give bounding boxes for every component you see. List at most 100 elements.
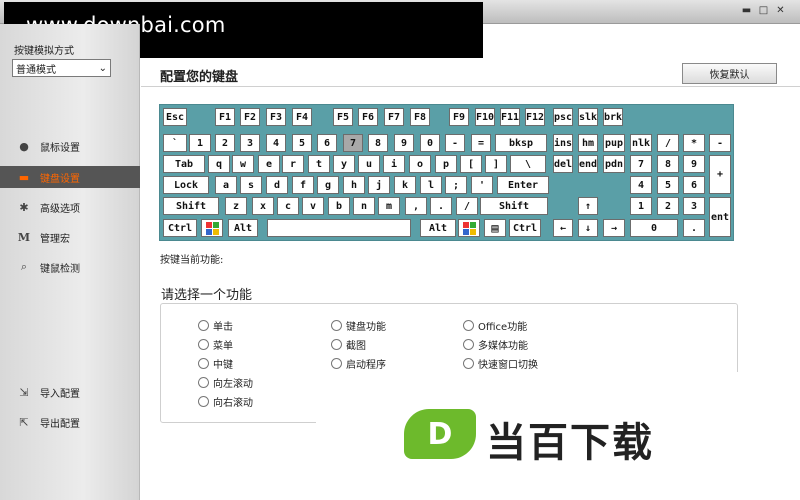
key-sym11-caps[interactable]: ' xyxy=(471,176,493,194)
restore-default-button[interactable]: 恢复默认 xyxy=(682,63,777,84)
key-ent-shift[interactable]: ent xyxy=(709,197,731,237)
key-tab-tab[interactable]: Tab xyxy=(163,155,205,173)
radio-button[interactable] xyxy=(198,339,209,350)
key-sym8-shift[interactable]: , xyxy=(405,197,427,215)
close-icon[interactable]: ✕ xyxy=(774,5,787,17)
key-sym10-shift[interactable]: / xyxy=(456,197,478,215)
radio-button[interactable] xyxy=(198,377,209,388)
sidebar-item-mouse[interactable]: ● 鼠标设置 xyxy=(0,135,140,157)
key-alt-ctrl[interactable]: Alt xyxy=(420,219,456,237)
key-a-caps[interactable]: a xyxy=(215,176,237,194)
key-brk-fn[interactable]: brk xyxy=(603,108,623,126)
sidebar-item-export[interactable]: ⇱ 导出配置 xyxy=(0,411,140,433)
key-ctrl-ctrl[interactable]: Ctrl xyxy=(509,219,541,237)
key-sym20-tab[interactable]: + xyxy=(709,155,731,194)
key-p-tab[interactable]: p xyxy=(435,155,457,173)
key-7-num[interactable]: 7 xyxy=(343,134,363,152)
radio-button[interactable] xyxy=(331,320,342,331)
mode-select[interactable]: 普通模式 ⌄ xyxy=(12,59,111,77)
key-f8-fn[interactable]: F8 xyxy=(410,108,430,126)
key-bksp-num[interactable]: bksp xyxy=(495,134,547,152)
key-esc-fn[interactable]: Esc xyxy=(163,108,187,126)
windows-key[interactable] xyxy=(458,219,480,237)
key-z-shift[interactable]: z xyxy=(225,197,247,215)
key-0-num[interactable]: 0 xyxy=(420,134,440,152)
key-f3-fn[interactable]: F3 xyxy=(266,108,286,126)
key-1-shift[interactable]: 1 xyxy=(630,197,652,215)
key-shift-shift[interactable]: Shift xyxy=(163,197,219,215)
key-e-tab[interactable]: e xyxy=(258,155,280,173)
key-lock-caps[interactable]: Lock xyxy=(163,176,209,194)
key-3-num[interactable]: 3 xyxy=(240,134,260,152)
key-enter-caps[interactable]: Enter xyxy=(497,176,549,194)
key-n-shift[interactable]: n xyxy=(353,197,375,215)
option-office[interactable]: Office功能 xyxy=(463,318,527,333)
key-f12-fn[interactable]: F12 xyxy=(525,108,545,126)
radio-button[interactable] xyxy=(463,358,474,369)
sidebar-item-detect[interactable]: ⌕ 键鼠检测 xyxy=(0,256,140,278)
key-f-caps[interactable]: f xyxy=(292,176,314,194)
key-sym18-num[interactable]: / xyxy=(657,134,679,152)
key-j-caps[interactable]: j xyxy=(368,176,390,194)
radio-button[interactable] xyxy=(463,320,474,331)
key-q-tab[interactable]: q xyxy=(208,155,230,173)
radio-button[interactable] xyxy=(331,339,342,350)
option-keyboard-function[interactable]: 键盘功能 xyxy=(331,318,386,333)
key-sym11-tab[interactable]: [ xyxy=(460,155,482,173)
radio-button[interactable] xyxy=(463,339,474,350)
key-sym8-ctrl[interactable]: ← xyxy=(553,219,573,237)
key-l-caps[interactable]: l xyxy=(420,176,442,194)
key-0-ctrl[interactable]: 0 xyxy=(630,219,678,237)
key-c-shift[interactable]: c xyxy=(277,197,299,215)
option-middle[interactable]: 中键 xyxy=(198,356,233,371)
key-f2-fn[interactable]: F2 xyxy=(240,108,260,126)
key-f6-fn[interactable]: F6 xyxy=(358,108,378,126)
key-t-tab[interactable]: t xyxy=(308,155,330,173)
key-g-caps[interactable]: g xyxy=(317,176,339,194)
key-hm-num[interactable]: hm xyxy=(578,134,598,152)
key-w-tab[interactable]: w xyxy=(232,155,254,173)
key-7-tab[interactable]: 7 xyxy=(630,155,652,173)
key-alt-ctrl[interactable]: Alt xyxy=(228,219,258,237)
radio-button[interactable] xyxy=(331,358,342,369)
option-click[interactable]: 单击 xyxy=(198,318,233,333)
key-h-caps[interactable]: h xyxy=(343,176,365,194)
key-o-tab[interactable]: o xyxy=(409,155,431,173)
key-sym12-ctrl[interactable]: . xyxy=(683,219,705,237)
key-8-tab[interactable]: 8 xyxy=(657,155,679,173)
option-launch-program[interactable]: 启动程序 xyxy=(331,356,386,371)
key-8-num[interactable]: 8 xyxy=(368,134,388,152)
key-f11-fn[interactable]: F11 xyxy=(500,108,520,126)
key-nlk-num[interactable]: nlk xyxy=(630,134,652,152)
sidebar-item-advanced[interactable]: ✱ 高级选项 xyxy=(0,196,140,218)
key-sym12-tab[interactable]: ] xyxy=(485,155,507,173)
key-sym19-num[interactable]: * xyxy=(683,134,705,152)
key-sym9-ctrl[interactable]: ↓ xyxy=(578,219,598,237)
key-slk-fn[interactable]: slk xyxy=(578,108,598,126)
key-d-caps[interactable]: d xyxy=(266,176,288,194)
key-shift-shift[interactable]: Shift xyxy=(480,197,548,215)
key-ctrl-ctrl[interactable]: Ctrl xyxy=(163,219,197,237)
key-f5-fn[interactable]: F5 xyxy=(333,108,353,126)
maximize-icon[interactable]: □ xyxy=(757,5,770,17)
key-f1-fn[interactable]: F1 xyxy=(215,108,235,126)
key-x-shift[interactable]: x xyxy=(252,197,274,215)
key-m-shift[interactable]: m xyxy=(378,197,400,215)
key-pup-num[interactable]: pup xyxy=(603,134,625,152)
radio-button[interactable] xyxy=(198,320,209,331)
key-f4-fn[interactable]: F4 xyxy=(292,108,312,126)
key-sym0-num[interactable]: ` xyxy=(163,134,187,152)
option-scroll-right[interactable]: 向右滚动 xyxy=(198,394,253,409)
key-sym13-tab[interactable]: \ xyxy=(510,155,546,173)
key-sym9-shift[interactable]: . xyxy=(430,197,452,215)
key-u-tab[interactable]: u xyxy=(358,155,380,173)
key-9-num[interactable]: 9 xyxy=(394,134,414,152)
option-menu[interactable]: 菜单 xyxy=(198,337,233,352)
key-2-num[interactable]: 2 xyxy=(215,134,235,152)
key-pdn-tab[interactable]: pdn xyxy=(603,155,625,173)
key-y-tab[interactable]: y xyxy=(333,155,355,173)
sidebar-item-import[interactable]: ⇲ 导入配置 xyxy=(0,381,140,403)
key-5-caps[interactable]: 5 xyxy=(657,176,679,194)
option-scroll-left[interactable]: 向左滚动 xyxy=(198,375,253,390)
key-s-caps[interactable]: s xyxy=(240,176,262,194)
